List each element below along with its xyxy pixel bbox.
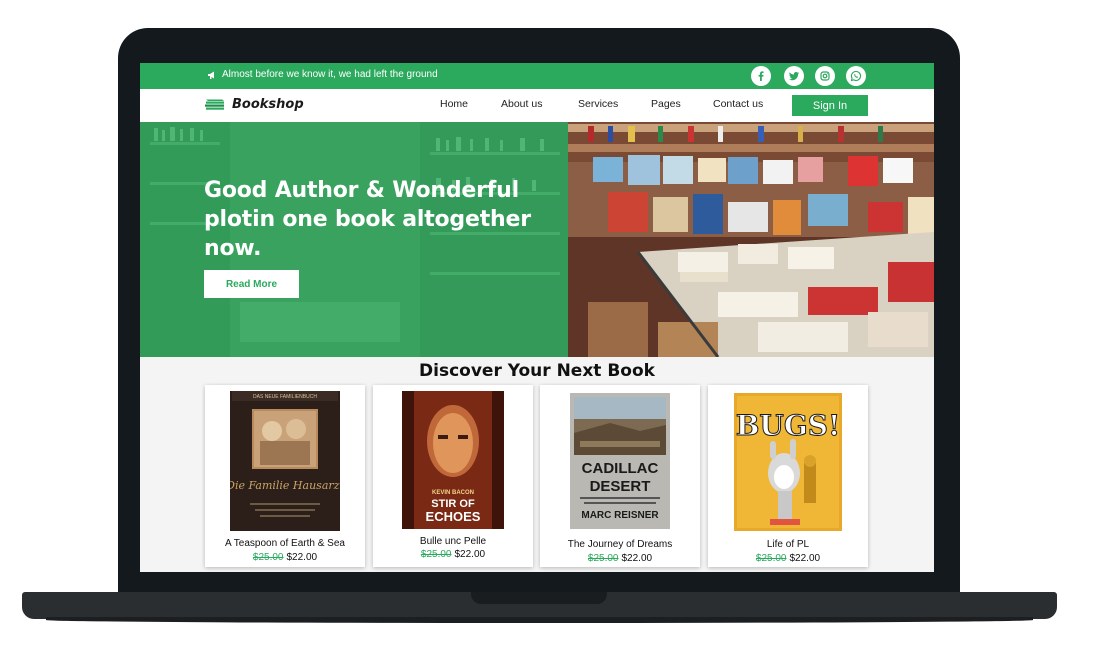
brand-name: Bookshop [232, 97, 304, 112]
nav-contact-us[interactable]: Contact us [713, 98, 763, 110]
nav-about-us[interactable]: About us [501, 98, 542, 110]
book-cover-art: CADILLAC DESERT MARC REISNER [570, 393, 670, 529]
whatsapp-icon[interactable] [846, 66, 866, 86]
book-title[interactable]: Bulle unc Pelle [373, 536, 533, 547]
book-card[interactable]: DAS NEUE FAMILIENBUCH Die Familie Hausar… [205, 385, 365, 567]
hero-photo [568, 122, 934, 357]
price-row: $25.00 $22.00 [373, 549, 533, 560]
nav-pages[interactable]: Pages [651, 98, 681, 110]
book-cover[interactable]: DAS NEUE FAMILIENBUCH Die Familie Hausar… [230, 391, 340, 531]
price-row: $25.00 $22.00 [540, 553, 700, 564]
top-bar: Almost before we know it, we had left th… [140, 63, 934, 89]
book-card[interactable]: BUGS! Life of PL $25.00 $22.00 [708, 385, 868, 567]
instagram-icon[interactable] [815, 66, 835, 86]
book-2-cover-title-line2: ECHOES [426, 509, 481, 524]
book-card[interactable]: KEVIN BACON STIR OF ECHOES Bulle unc Pel… [373, 385, 533, 567]
website-screen: Almost before we know it, we had left th… [140, 63, 934, 572]
hero-left-panel: Good Author & Wonderful plotin one book … [140, 122, 568, 357]
book-2-cover-author: KEVIN BACON [432, 490, 474, 496]
book-cover[interactable]: BUGS! [734, 393, 842, 531]
book-3-cover-title-line2: DESERT [590, 478, 651, 495]
bookstore-photo [568, 122, 934, 357]
new-price: $22.00 [286, 552, 318, 563]
facebook-icon[interactable] [751, 66, 771, 86]
book-card[interactable]: CADILLAC DESERT MARC REISNER The Journey… [540, 385, 700, 567]
old-price: $25.00 [420, 549, 452, 560]
new-price: $22.00 [789, 553, 821, 564]
old-price: $25.00 [755, 553, 787, 564]
book-4-cover-title: BUGS! [736, 409, 841, 442]
new-price: $22.00 [454, 549, 486, 560]
book-cover[interactable]: KEVIN BACON STIR OF ECHOES [402, 391, 504, 529]
twitter-icon[interactable] [784, 66, 804, 86]
new-price: $22.00 [621, 553, 653, 564]
book-title[interactable]: A Teaspoon of Earth & Sea [205, 538, 365, 549]
topbar-message: Almost before we know it, we had left th… [207, 69, 438, 80]
brand-logo[interactable]: Bookshop [204, 97, 304, 112]
topbar-message-text: Almost before we know it, we had left th… [222, 69, 438, 80]
hero-banner: Good Author & Wonderful plotin one book … [140, 122, 934, 357]
laptop-base-shadow [46, 617, 1033, 623]
navbar: Bookshop Home About us Services Pages Co… [140, 89, 934, 122]
old-price: $25.00 [252, 552, 284, 563]
book-title[interactable]: The Journey of Dreams [540, 539, 700, 550]
laptop-notch [471, 592, 607, 604]
book-cover-art: KEVIN BACON STIR OF ECHOES [402, 391, 504, 529]
hero-title: Good Author & Wonderful plotin one book … [204, 178, 531, 261]
nav-services[interactable]: Services [578, 98, 618, 110]
book-3-cover-title-line1: CADILLAC [582, 460, 659, 477]
books-stack-icon [205, 99, 224, 110]
book-1-cover-header: DAS NEUE FAMILIENBUCH [253, 394, 317, 400]
section-title: Discover Your Next Book [419, 361, 655, 381]
sign-in-button[interactable]: Sign In [792, 95, 868, 116]
read-more-button[interactable]: Read More [204, 270, 299, 298]
book-1-cover-title: Die Familie Hausarzt [230, 479, 340, 492]
price-row: $25.00 $22.00 [205, 552, 365, 563]
price-row: $25.00 $22.00 [708, 553, 868, 564]
book-cover-art: DAS NEUE FAMILIENBUCH Die Familie Hausar… [230, 391, 340, 531]
old-price: $25.00 [587, 553, 619, 564]
book-title[interactable]: Life of PL [708, 539, 868, 550]
books-section: Discover Your Next Book DAS NEUE FAMILIE… [140, 357, 934, 572]
nav-home[interactable]: Home [440, 98, 468, 110]
book-cover-art: BUGS! [734, 393, 842, 531]
book-3-cover-author: MARC REISNER [581, 510, 659, 521]
book-cover[interactable]: CADILLAC DESERT MARC REISNER [570, 393, 670, 529]
megaphone-icon [208, 71, 214, 79]
